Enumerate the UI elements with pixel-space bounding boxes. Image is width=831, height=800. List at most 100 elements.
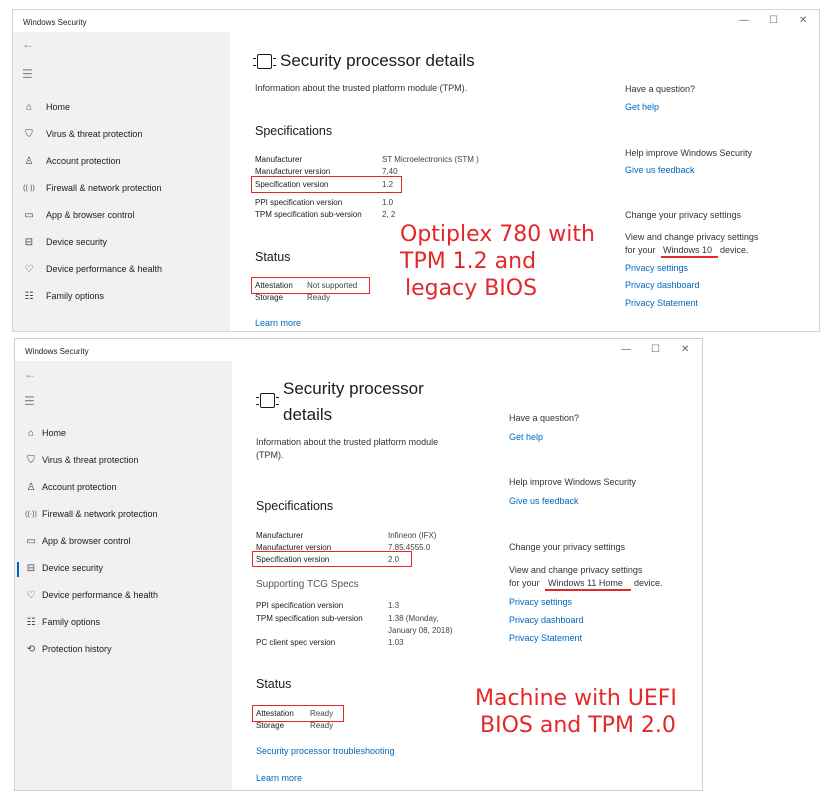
hamburger-menu-icon[interactable]: ☰: [24, 394, 35, 408]
privacy-dashboard-link[interactable]: Privacy dashboard: [625, 280, 700, 290]
annotation-line: legacy BIOS: [405, 276, 538, 301]
feedback-link[interactable]: Give us feedback: [625, 165, 695, 175]
sidebar-item-app-browser[interactable]: ▭ App & browser control: [13, 206, 230, 228]
sidebar-item-home[interactable]: ⌂ Home: [13, 98, 230, 120]
highlight-box: [252, 705, 344, 722]
laptop-icon: ⊟: [26, 563, 36, 574]
sidebar-item-label: Firewall & network protection: [46, 183, 162, 193]
tcg-value: 1.3: [388, 601, 400, 610]
maximize-button[interactable]: ☐: [651, 344, 660, 355]
sidebar-item-label: Family options: [42, 617, 101, 627]
sidebar-item-label: Account protection: [46, 156, 121, 166]
os-underline: [545, 589, 631, 591]
sidebar-item-label: App & browser control: [42, 536, 131, 546]
question-heading: Have a question?: [509, 413, 580, 423]
privacy-text-suffix: device.: [634, 578, 663, 588]
privacy-statement-link[interactable]: Privacy Statement: [625, 298, 698, 308]
window-windows-11: Windows Security — ☐ ✕ ← ☰ ⌂ Home ⛉ Viru…: [14, 338, 703, 791]
sidebar-item-device-security[interactable]: ⊟ Device security: [15, 559, 232, 581]
tcg-value-cont: January 08, 2018): [388, 626, 453, 635]
sidebar: ← ☰ ⌂ Home ⛉ Virus & threat protection ♙…: [15, 361, 232, 790]
sidebar-item-label: Account protection: [42, 482, 117, 492]
close-button[interactable]: ✕: [681, 344, 689, 355]
sidebar-item-account[interactable]: ♙ Account protection: [13, 152, 230, 174]
person-icon: ♙: [24, 156, 34, 167]
heart-icon: ♡: [24, 264, 34, 275]
heart-icon: ♡: [26, 590, 36, 601]
annotation-line: BIOS and TPM 2.0: [480, 713, 676, 738]
back-arrow-icon[interactable]: ←: [24, 367, 36, 381]
maximize-button[interactable]: ☐: [769, 15, 778, 26]
spec-value: 2, 2: [382, 210, 396, 219]
sidebar-item-home[interactable]: ⌂ Home: [15, 424, 232, 446]
sidebar-item-app-browser[interactable]: ▭ App & browser control: [15, 532, 232, 554]
window-windows-10: Windows Security — ☐ ✕ ← ☰ ⌂ Home ⛉ Viru…: [12, 9, 820, 332]
feedback-link[interactable]: Give us feedback: [509, 496, 579, 506]
privacy-settings-link[interactable]: Privacy settings: [625, 263, 688, 273]
page-title-line-1: Security processor: [283, 379, 424, 398]
annotation-line: TPM 1.2 and: [400, 249, 537, 274]
sidebar-item-label: Device performance & health: [42, 590, 159, 600]
get-help-link[interactable]: Get help: [509, 432, 543, 442]
get-help-link[interactable]: Get help: [625, 102, 659, 112]
status-value: Ready: [310, 721, 334, 730]
wifi-icon: ((·)): [25, 511, 37, 518]
page-title: Security processor details: [280, 51, 475, 70]
sidebar-item-label: Firewall & network protection: [42, 509, 158, 519]
tcg-label: PPI specification version: [256, 601, 344, 610]
learn-more-link[interactable]: Learn more: [255, 318, 301, 328]
shield-icon: ⛉: [27, 455, 35, 466]
sidebar-item-protection-history[interactable]: ⟲ Protection history: [15, 640, 232, 662]
family-icon: ☷: [26, 617, 36, 628]
window-icon: ▭: [24, 210, 34, 221]
spec-value: 7.40: [382, 167, 398, 176]
status-value: Ready: [307, 293, 331, 302]
back-arrow-icon[interactable]: ←: [22, 37, 34, 51]
sidebar-item-virus-threat[interactable]: ⛉ Virus & threat protection: [15, 451, 232, 473]
close-button[interactable]: ✕: [799, 15, 807, 26]
tcg-label: TPM specification sub-version: [256, 614, 363, 623]
privacy-dashboard-link[interactable]: Privacy dashboard: [509, 615, 584, 625]
privacy-text: View and change privacy settings: [509, 565, 643, 575]
privacy-text: View and change privacy settings: [625, 232, 759, 242]
home-icon: ⌂: [27, 428, 35, 439]
annotation-line: Optiplex 780 with: [400, 222, 595, 247]
sidebar-item-device-performance[interactable]: ♡ Device performance & health: [13, 260, 230, 282]
privacy-heading: Change your privacy settings: [509, 542, 626, 552]
privacy-statement-link[interactable]: Privacy Statement: [509, 633, 582, 643]
person-icon: ♙: [26, 482, 36, 493]
minimize-button[interactable]: —: [621, 344, 631, 355]
window-icon: ▭: [26, 536, 36, 547]
tcg-value: 1.38 (Monday,: [388, 614, 439, 623]
sidebar-item-family[interactable]: ☷ Family options: [13, 287, 230, 309]
annotation-text: Machine with UEFI BIOS and TPM 2.0: [475, 685, 677, 739]
spec-label: Manufacturer: [255, 155, 303, 164]
sidebar-item-label: Virus & threat protection: [46, 129, 143, 139]
sidebar-item-device-performance[interactable]: ♡ Device performance & health: [15, 586, 232, 608]
privacy-settings-link[interactable]: Privacy settings: [509, 597, 572, 607]
sidebar-item-device-security[interactable]: ⊟ Device security: [13, 233, 230, 255]
window-title: Windows Security: [23, 18, 87, 27]
sidebar-item-account[interactable]: ♙ Account protection: [15, 478, 232, 500]
page-intro: Information about the trusted platform m…: [256, 437, 439, 447]
sidebar-item-family[interactable]: ☷ Family options: [15, 613, 232, 635]
learn-more-link[interactable]: Learn more: [256, 773, 302, 783]
privacy-heading: Change your privacy settings: [625, 210, 742, 220]
minimize-button[interactable]: —: [739, 15, 749, 26]
laptop-icon: ⊟: [24, 237, 34, 248]
sidebar-item-label: Device security: [42, 563, 104, 573]
sidebar-item-firewall[interactable]: ((·)) Firewall & network protection: [15, 505, 232, 527]
hamburger-menu-icon[interactable]: ☰: [22, 67, 33, 81]
question-heading: Have a question?: [625, 84, 696, 94]
sidebar-item-firewall[interactable]: ((·)) Firewall & network protection: [13, 179, 230, 201]
troubleshooting-link[interactable]: Security processor troubleshooting: [256, 746, 395, 756]
spec-value: 1.0: [382, 198, 394, 207]
highlight-box: [251, 176, 402, 193]
sidebar-item-label: Device security: [46, 237, 108, 247]
page-intro-cont: (TPM).: [256, 450, 284, 460]
os-underline: [661, 256, 718, 258]
sidebar: ← ☰ ⌂ Home ⛉ Virus & threat protection ♙…: [13, 32, 230, 331]
specifications-heading: Specifications: [256, 499, 334, 513]
sidebar-item-virus-threat[interactable]: ⛉ Virus & threat protection: [13, 125, 230, 147]
spec-value: ST Microelectronics (STM ): [382, 155, 479, 164]
